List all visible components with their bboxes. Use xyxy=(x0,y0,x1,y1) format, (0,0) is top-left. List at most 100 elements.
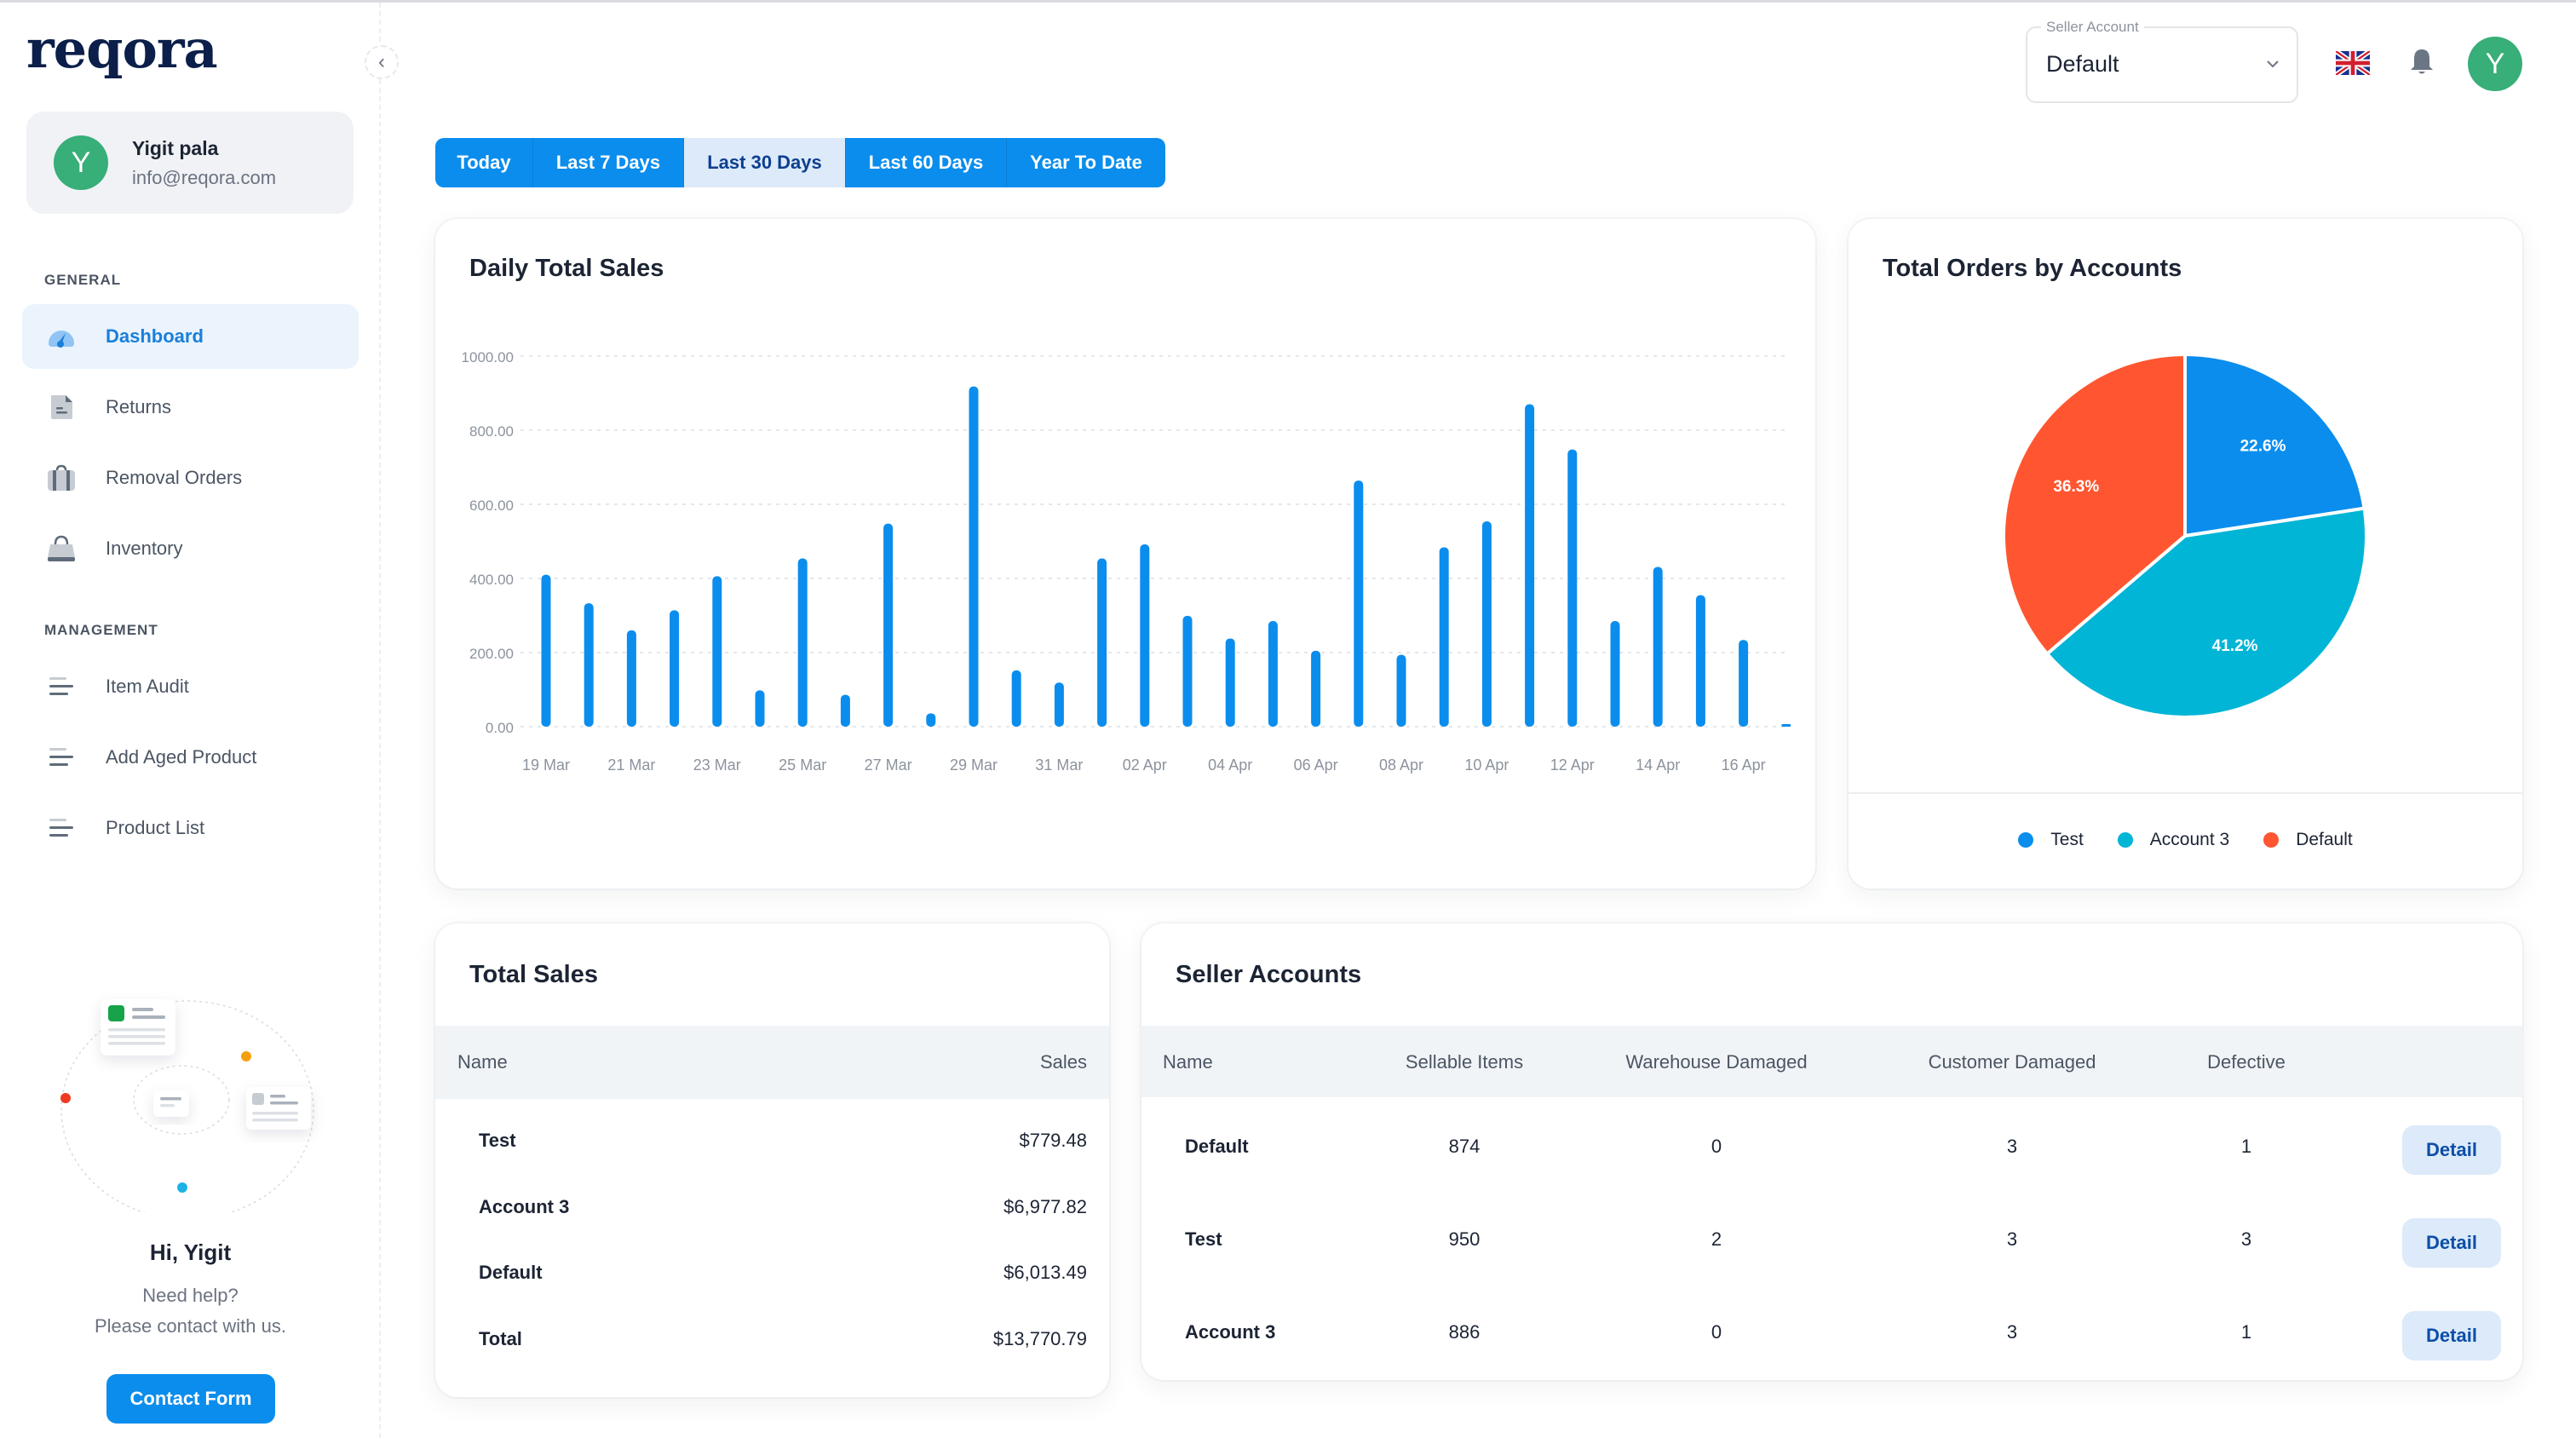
sidebar-item-removal-orders[interactable]: Removal Orders xyxy=(22,446,359,510)
dot-blue xyxy=(177,1182,187,1193)
sidebar-item-label: Product List xyxy=(106,817,205,838)
user-profile-card[interactable]: Y Yigit pala info@reqora.com xyxy=(26,112,354,214)
total-sales-card: Total Sales Name Sales Test $779.48 Acco… xyxy=(435,923,1109,1397)
bar-03-apr[interactable] xyxy=(1182,615,1193,727)
bar-27-mar[interactable] xyxy=(883,523,894,727)
range-last-60-days-button[interactable]: Last 60 Days xyxy=(846,138,1007,187)
bar-15-apr[interactable] xyxy=(1695,595,1705,727)
row-sellable: 886 xyxy=(1448,1321,1481,1343)
bar-10-apr[interactable] xyxy=(1481,521,1492,727)
range-today-button[interactable]: Today xyxy=(435,138,533,187)
total-sales-header-row: Name Sales xyxy=(435,1026,1109,1099)
total-sales-title: Total Sales xyxy=(469,961,598,988)
legend-item-default[interactable]: Default xyxy=(2263,830,2353,850)
row-customer-damaged: 3 xyxy=(2006,1136,2018,1157)
row-warehouse-damaged: 0 xyxy=(1711,1321,1722,1343)
legend-dot-account-3 xyxy=(2117,832,2133,848)
sidebar-item-label: Add Aged Product xyxy=(106,746,257,768)
suitcase-icon xyxy=(46,463,77,493)
bar-09-apr[interactable] xyxy=(1439,547,1449,727)
uk-flag-icon[interactable] xyxy=(2334,49,2372,78)
bar-04-apr[interactable] xyxy=(1225,638,1235,727)
sidebar-item-inventory[interactable]: Inventory xyxy=(22,516,359,581)
bar-21-mar[interactable] xyxy=(626,630,636,727)
sidebar-collapse-button[interactable]: ‹ xyxy=(365,45,399,79)
orders-pie-chart: 22.6% 41.2% 36.3% xyxy=(2002,352,2368,719)
bar-29-mar[interactable] xyxy=(969,386,979,727)
range-last-7-days-button[interactable]: Last 7 Days xyxy=(533,138,684,187)
pie-value-label: 41.2% xyxy=(2212,637,2258,655)
y-tick-label: 600.00 xyxy=(469,498,514,514)
bar-02-apr[interactable] xyxy=(1140,544,1150,727)
bar-22-mar[interactable] xyxy=(670,610,680,727)
row-sellable: 874 xyxy=(1448,1136,1481,1157)
section-label-management: MANAGEMENT xyxy=(44,622,158,638)
bar-12-apr[interactable] xyxy=(1567,449,1578,727)
x-tick-label: 31 Mar xyxy=(1035,756,1083,774)
bar-06-apr[interactable] xyxy=(1311,650,1321,727)
x-tick-label: 14 Apr xyxy=(1636,756,1680,774)
sidebar-item-returns[interactable]: Returns xyxy=(22,375,359,440)
row-sales: $13,770.79 xyxy=(992,1328,1087,1349)
bar-30-mar[interactable] xyxy=(1011,670,1021,727)
y-tick-label: 400.00 xyxy=(469,572,514,588)
row-warehouse-damaged: 2 xyxy=(1711,1228,1722,1250)
help-text: Need help? Please contact with us. xyxy=(0,1280,381,1342)
sidebar-item-label: Returns xyxy=(106,396,172,417)
bar-17-apr[interactable] xyxy=(1781,724,1791,727)
x-tick-label: 19 Mar xyxy=(522,756,570,774)
bar-14-apr[interactable] xyxy=(1653,567,1663,727)
legend-dot-test xyxy=(2018,832,2034,848)
bar-31-mar[interactable] xyxy=(1054,682,1064,727)
row-name: Account 3 xyxy=(479,1196,570,1217)
sidebar-item-label: Inventory xyxy=(106,538,183,559)
detail-button[interactable]: Detail xyxy=(2402,1125,2501,1175)
x-tick-label: 16 Apr xyxy=(1722,756,1766,774)
bar-25-mar[interactable] xyxy=(797,558,808,727)
bar-19-mar[interactable] xyxy=(541,574,551,727)
header-user-avatar[interactable]: Y xyxy=(2468,37,2522,91)
y-tick-label: 1000.00 xyxy=(462,349,514,365)
seller-account-select[interactable]: Seller Account Default xyxy=(2026,19,2298,103)
contact-form-button[interactable]: Contact Form xyxy=(106,1374,275,1424)
bar-01-apr[interactable] xyxy=(1097,558,1107,727)
row-name: Test xyxy=(1185,1228,1222,1250)
seller-account-label: Seller Account xyxy=(2041,19,2144,36)
bar-07-apr[interactable] xyxy=(1354,480,1364,727)
help-line-1: Need help? xyxy=(142,1285,239,1306)
legend-item-account-3[interactable]: Account 3 xyxy=(2117,830,2229,850)
detail-button[interactable]: Detail xyxy=(2402,1218,2501,1268)
illustration-card-large xyxy=(101,999,175,1055)
legend-label: Test xyxy=(2050,830,2084,849)
dot-red xyxy=(60,1093,71,1103)
seller-account-value: Default xyxy=(2046,51,2119,77)
help-illustration xyxy=(60,999,314,1212)
bar-23-mar[interactable] xyxy=(712,576,722,727)
sidebar-item-product-list[interactable]: Product List xyxy=(22,796,359,860)
range-year-to-date-button[interactable]: Year To Date xyxy=(1007,138,1165,187)
bar-08-apr[interactable] xyxy=(1396,654,1406,727)
sidebar-item-dashboard[interactable]: Dashboard xyxy=(22,304,359,369)
x-tick-label: 21 Mar xyxy=(607,756,655,774)
bell-icon[interactable] xyxy=(2409,48,2435,77)
detail-button[interactable]: Detail xyxy=(2402,1311,2501,1360)
daily-total-sales-card: Daily Total Sales 0.00 200.00 400.00 600.00… xyxy=(435,219,1815,889)
column-header-defective: Defective xyxy=(2207,1051,2286,1073)
bar-11-apr[interactable] xyxy=(1525,404,1535,727)
sidebar-item-add-aged-product[interactable]: Add Aged Product xyxy=(22,725,359,790)
bar-24-mar[interactable] xyxy=(755,690,765,727)
x-tick-label: 25 Mar xyxy=(779,756,826,774)
legend-item-test[interactable]: Test xyxy=(2018,830,2084,850)
bar-05-apr[interactable] xyxy=(1268,621,1278,727)
row-name: Default xyxy=(1185,1136,1249,1157)
sidebar-item-item-audit[interactable]: Item Audit xyxy=(22,654,359,719)
window-top-border xyxy=(0,0,2576,3)
pie-value-label: 36.3% xyxy=(2053,478,2099,496)
bar-13-apr[interactable] xyxy=(1610,621,1620,727)
range-last-30-days-button[interactable]: Last 30 Days xyxy=(684,138,846,187)
bar-20-mar[interactable] xyxy=(584,603,594,727)
app-logo[interactable]: reqora xyxy=(26,18,218,80)
bar-16-apr[interactable] xyxy=(1739,640,1749,727)
bar-28-mar[interactable] xyxy=(926,713,936,727)
bar-26-mar[interactable] xyxy=(840,694,850,727)
